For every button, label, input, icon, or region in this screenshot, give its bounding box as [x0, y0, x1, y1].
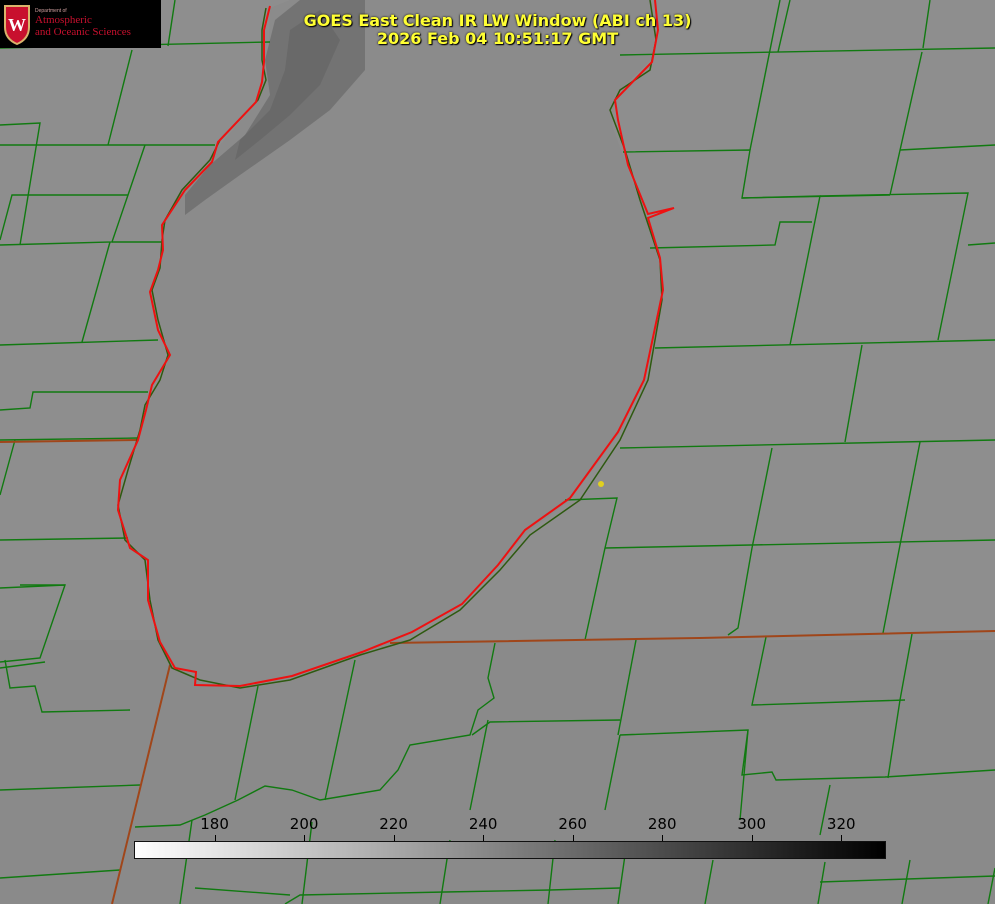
colorbar-tick-label: 260 — [558, 815, 587, 833]
colorbar-tick-label: 240 — [468, 815, 498, 833]
colorbar-tick-mark — [483, 835, 485, 841]
colorbar-tick-mark — [751, 835, 753, 841]
logo-line-1: Atmospheric — [35, 14, 92, 26]
colorbar-tick-mark — [841, 835, 843, 841]
colorbar-tick-mark — [214, 835, 216, 841]
colorbar-tick-mark — [662, 835, 664, 841]
uw-crest-icon: W — [4, 5, 30, 45]
location-marker — [598, 481, 604, 487]
map-canvas — [0, 0, 995, 904]
crest-letter: W — [8, 15, 26, 35]
land-shading-south — [0, 640, 995, 904]
colorbar — [134, 841, 886, 859]
colorbar-tick-label: 220 — [379, 815, 408, 833]
logo-line-2: and Oceanic Sciences — [35, 26, 131, 38]
colorbar-tick-label: 280 — [647, 815, 677, 833]
satellite-map-view: GOES East Clean IR LW Window (ABI ch 13)… — [0, 0, 995, 904]
colorbar-tick-label: 320 — [826, 815, 856, 833]
colorbar-tick-mark — [572, 835, 574, 841]
colorbar-tick-mark — [393, 835, 395, 841]
colorbar-tick-label: 200 — [289, 815, 319, 833]
colorbar-tick-mark — [304, 835, 306, 841]
colorbar-tick-label: 300 — [737, 815, 767, 833]
aos-logo: W Department of Atmospheric and Oceanic … — [0, 0, 161, 48]
colorbar-tick-label: 180 — [200, 815, 229, 833]
